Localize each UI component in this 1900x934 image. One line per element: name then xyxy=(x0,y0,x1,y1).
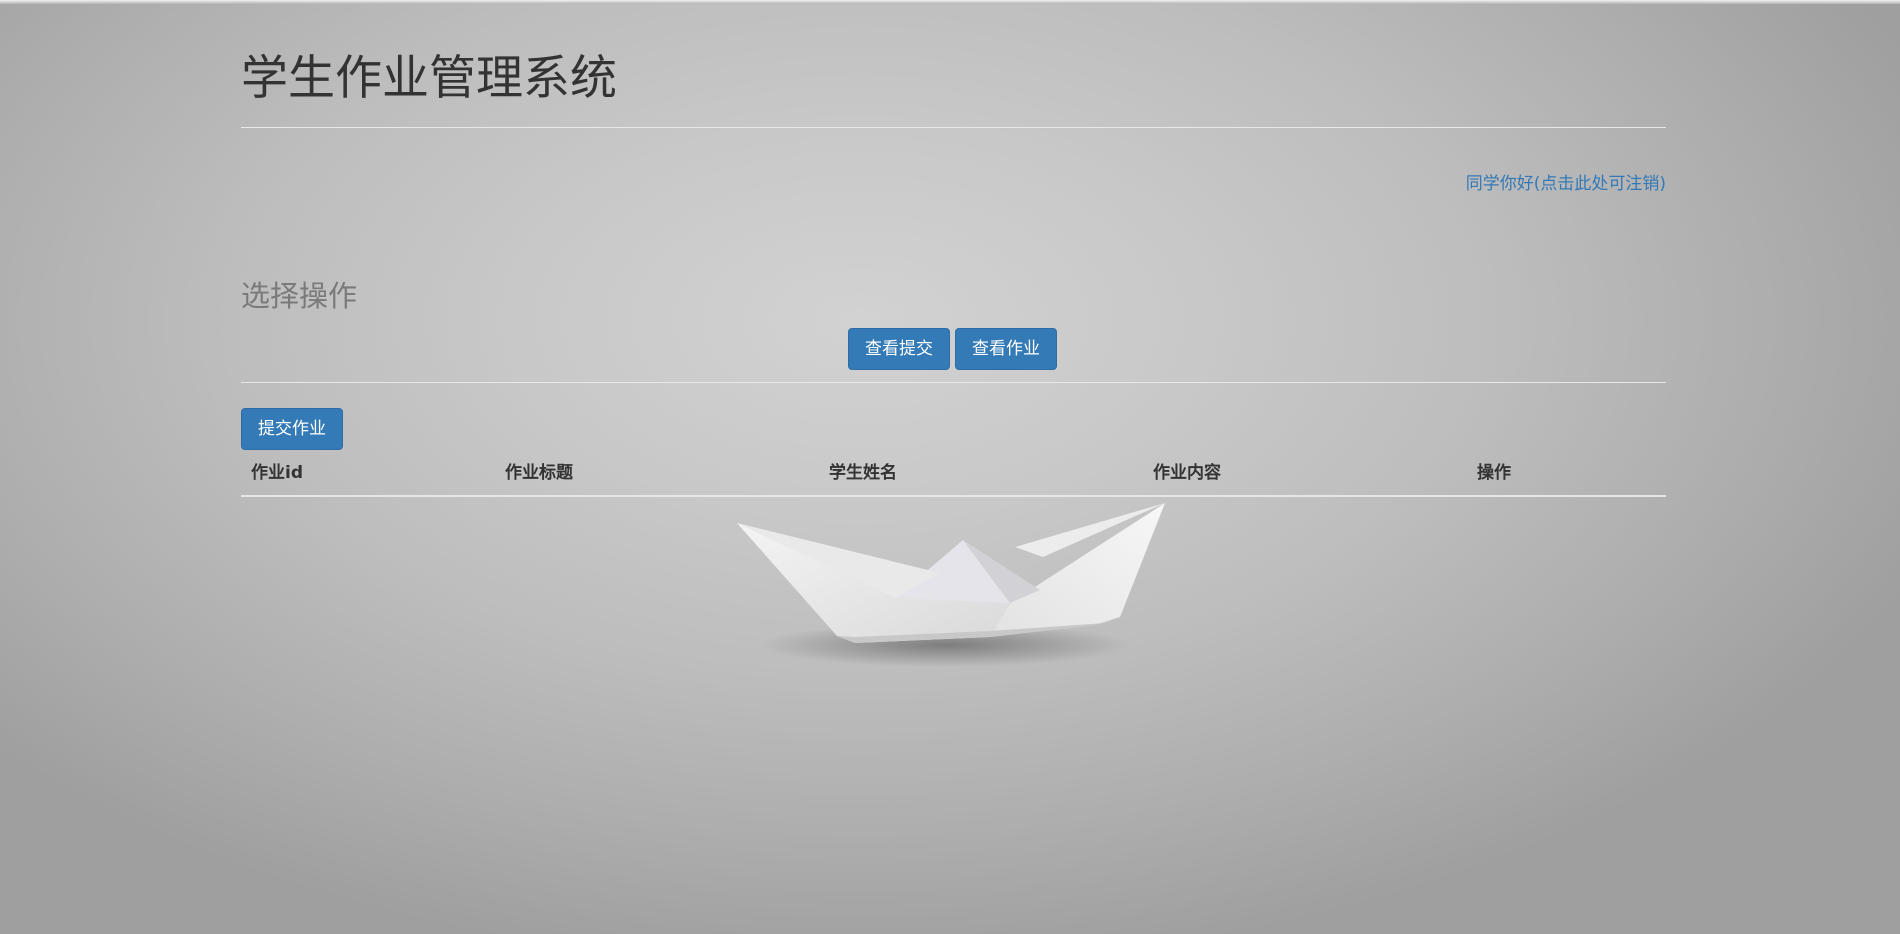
column-header-homework-title: 作业标题 xyxy=(505,463,573,483)
submit-homework-button[interactable]: 提交作业 xyxy=(241,408,343,450)
column-header-homework-id: 作业id xyxy=(251,463,303,483)
logout-link[interactable]: 同学你好(点击此处可注销) xyxy=(1466,172,1666,196)
view-submissions-button[interactable]: 查看提交 xyxy=(848,328,950,370)
view-homework-button[interactable]: 查看作业 xyxy=(955,328,1057,370)
window-top-edge xyxy=(0,0,1900,4)
column-header-homework-content: 作业内容 xyxy=(1153,463,1221,483)
column-header-student-name: 学生姓名 xyxy=(829,463,897,483)
homework-table-header: 作业id 作业标题 学生姓名 作业内容 操作 xyxy=(241,457,1666,497)
header-divider xyxy=(241,127,1666,128)
column-header-actions: 操作 xyxy=(1477,463,1511,483)
paper-boat-icon xyxy=(737,503,1165,667)
operations-title: 选择操作 xyxy=(241,279,358,313)
operations-divider xyxy=(241,382,1666,383)
page-title: 学生作业管理系统 xyxy=(241,51,617,106)
